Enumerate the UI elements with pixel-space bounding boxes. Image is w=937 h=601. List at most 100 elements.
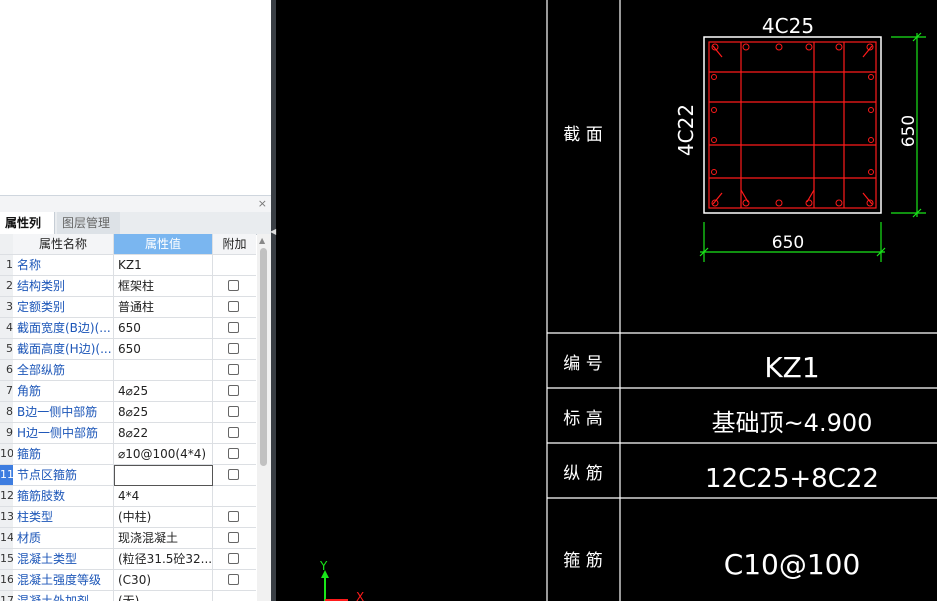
extra-cell: [213, 486, 256, 507]
property-name: 定额类别: [13, 297, 114, 318]
grid-header-row: 属性名称 属性值 附加: [0, 234, 256, 255]
row-number: 13: [0, 507, 13, 528]
extra-checkbox[interactable]: [228, 385, 239, 396]
property-row[interactable]: 10 箍筋 ⌀10@100(4*4): [0, 444, 256, 465]
property-row[interactable]: 6 全部纵筋: [0, 360, 256, 381]
property-value[interactable]: [114, 465, 213, 486]
extra-checkbox[interactable]: [228, 553, 239, 564]
extra-checkbox[interactable]: [228, 574, 239, 585]
scrollbar-thumb[interactable]: [260, 248, 267, 466]
extra-checkbox[interactable]: [228, 406, 239, 417]
rebar-bar: [805, 199, 813, 207]
rebar-bar: [711, 137, 717, 143]
row-label-number: 编 号: [563, 354, 602, 374]
extra-cell: [213, 528, 256, 549]
row-number: 8: [0, 402, 13, 423]
row-number: 12: [0, 486, 13, 507]
tab-layer-management[interactable]: 图层管理: [57, 212, 120, 234]
extra-checkbox[interactable]: [228, 532, 239, 543]
extra-checkbox[interactable]: [228, 427, 239, 438]
panel-tabs: 属性列表 图层管理: [0, 212, 271, 252]
row-number: 15: [0, 549, 13, 570]
row-number: 9: [0, 423, 13, 444]
property-row[interactable]: 12 箍筋肢数 4*4: [0, 486, 256, 507]
scroll-up-icon[interactable]: ▲: [259, 236, 265, 245]
extra-cell: [213, 255, 256, 276]
rebar-bar: [868, 169, 874, 175]
property-row[interactable]: 17 混凝土外加剂 (无): [0, 591, 256, 601]
panel-blank-area: [0, 0, 271, 196]
property-row[interactable]: 2 结构类别 框架柱: [0, 276, 256, 297]
property-row[interactable]: 9 H边一侧中部筋 8⌀22: [0, 423, 256, 444]
row-number: 6: [0, 360, 13, 381]
rebar-bar: [775, 199, 783, 207]
extra-cell: [213, 276, 256, 297]
property-row[interactable]: 15 混凝土类型 (粒径31.5砼32....: [0, 549, 256, 570]
rebar-bar: [868, 74, 874, 80]
extra-checkbox[interactable]: [228, 322, 239, 333]
property-name: 角筋: [13, 381, 114, 402]
property-row[interactable]: 7 角筋 4⌀25: [0, 381, 256, 402]
property-row[interactable]: 1 名称 KZ1: [0, 255, 256, 276]
extra-checkbox[interactable]: [228, 301, 239, 312]
property-row[interactable]: 16 混凝土强度等级 (C30): [0, 570, 256, 591]
property-row[interactable]: 3 定额类别 普通柱: [0, 297, 256, 318]
property-value[interactable]: (C30): [114, 570, 213, 591]
extra-cell: [213, 297, 256, 318]
property-name: 混凝土类型: [13, 549, 114, 570]
property-value[interactable]: KZ1: [114, 255, 213, 276]
extra-checkbox[interactable]: [228, 469, 239, 480]
property-value[interactable]: 框架柱: [114, 276, 213, 297]
extra-cell: [213, 381, 256, 402]
property-value[interactable]: 普通柱: [114, 297, 213, 318]
property-row[interactable]: 5 截面高度(H边)(... 650: [0, 339, 256, 360]
header-extra: 附加: [213, 234, 256, 255]
property-value[interactable]: [114, 360, 213, 381]
extra-cell: [213, 444, 256, 465]
extra-checkbox[interactable]: [228, 364, 239, 375]
property-value[interactable]: 4⌀25: [114, 381, 213, 402]
property-name: 全部纵筋: [13, 360, 114, 381]
property-row[interactable]: 8 B边一侧中部筋 8⌀25: [0, 402, 256, 423]
property-name: 材质: [13, 528, 114, 549]
property-name: 混凝土强度等级: [13, 570, 114, 591]
properties-panel: × 属性列表 图层管理 属性名称属性值附加1名称KZ12结构类别框架柱3定额类别…: [0, 0, 271, 601]
extra-cell: [213, 507, 256, 528]
property-row[interactable]: 4 截面宽度(B边)(... 650: [0, 318, 256, 339]
property-name: 截面宽度(B边)(...: [13, 318, 114, 339]
property-value[interactable]: (无): [114, 591, 213, 601]
row-number: 16: [0, 570, 13, 591]
property-value[interactable]: (中柱): [114, 507, 213, 528]
extra-checkbox[interactable]: [228, 448, 239, 459]
property-value[interactable]: ⌀10@100(4*4): [114, 444, 213, 465]
property-value[interactable]: 现浇混凝土: [114, 528, 213, 549]
extra-checkbox[interactable]: [228, 343, 239, 354]
row-number: 3: [0, 297, 13, 318]
section-label: 截 面: [563, 125, 602, 145]
property-row[interactable]: 11 节点区箍筋: [0, 465, 256, 486]
extra-checkbox[interactable]: [228, 511, 239, 522]
property-value[interactable]: 4*4: [114, 486, 213, 507]
height-dimension: 650: [899, 115, 919, 147]
property-value[interactable]: 8⌀25: [114, 402, 213, 423]
extra-cell: [213, 318, 256, 339]
extra-cell: [213, 549, 256, 570]
property-grid-scrollbar[interactable]: ▲: [257, 234, 271, 601]
property-row[interactable]: 13 柱类型 (中柱): [0, 507, 256, 528]
property-row[interactable]: 14 材质 现浇混凝土: [0, 528, 256, 549]
extra-checkbox[interactable]: [228, 280, 239, 291]
side-rebar-label: 4C22: [674, 104, 698, 156]
stirrups: [708, 41, 877, 209]
axis-y-label: Y: [319, 559, 328, 573]
header-num-cell: [0, 234, 13, 255]
property-value[interactable]: 8⌀22: [114, 423, 213, 444]
property-value[interactable]: 650: [114, 318, 213, 339]
property-value[interactable]: 650: [114, 339, 213, 360]
property-value[interactable]: (粒径31.5砼32....: [114, 549, 213, 570]
extra-cell: [213, 339, 256, 360]
cad-drawing-canvas[interactable]: 截 面 4C25 4C22 650 650 编 号 KZ1 标 高 基础顶~4.…: [276, 0, 937, 601]
row-number: 11: [0, 465, 13, 486]
panel-close-icon[interactable]: ×: [258, 196, 267, 212]
row-number: 2: [0, 276, 13, 297]
tab-property-list[interactable]: 属性列表: [0, 212, 55, 252]
